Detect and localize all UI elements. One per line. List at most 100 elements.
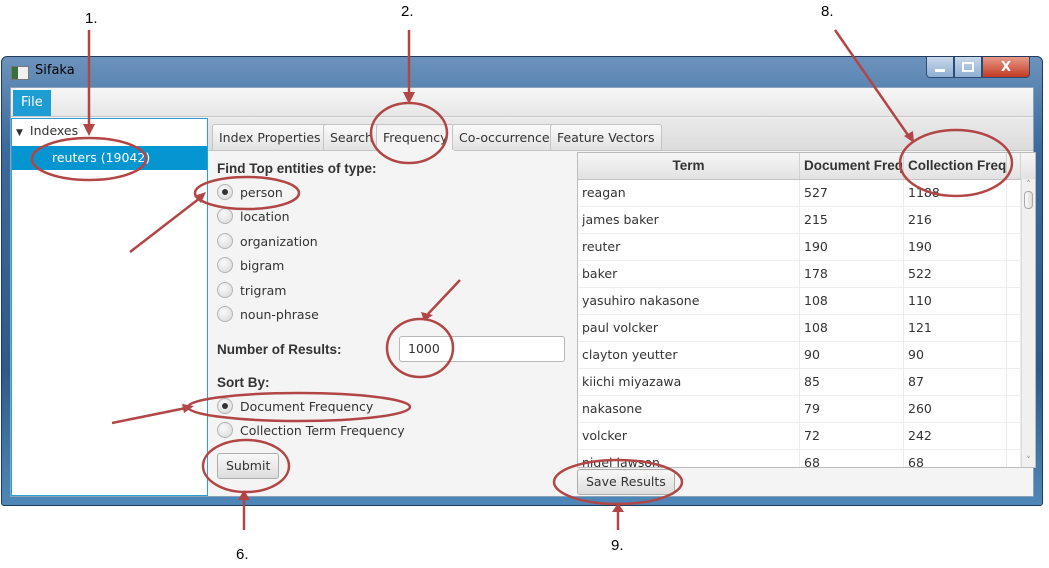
collection-freq-cell: 110: [904, 288, 1007, 314]
minimize-icon: [935, 68, 945, 72]
title-bar[interactable]: Sifaka X: [2, 57, 1042, 87]
table-row[interactable]: volcker 72 242: [578, 423, 1035, 450]
minimize-button[interactable]: [926, 57, 954, 78]
radio-label: organization: [240, 233, 318, 249]
collection-freq-cell: 216: [904, 207, 1007, 233]
radio-button[interactable]: [217, 422, 233, 438]
table-row[interactable]: clayton yeutter 90 90: [578, 342, 1035, 369]
filler-cell: [1007, 234, 1021, 260]
table-row[interactable]: reuter 190 190: [578, 234, 1035, 261]
radio-label: noun-phrase: [240, 306, 319, 322]
tab-co-occurrence[interactable]: Co-occurrence: [452, 124, 557, 150]
radio-person[interactable]: person: [217, 184, 283, 200]
tab-feature-vectors[interactable]: Feature Vectors: [550, 124, 662, 150]
scroll-up-icon[interactable]: ˄: [1022, 179, 1035, 191]
document-freq-cell: 527: [800, 180, 904, 206]
radio-bigram[interactable]: bigram: [217, 257, 284, 273]
main-panel: Index Properties Search Frequency Co-occ…: [208, 118, 1036, 496]
document-freq-cell: 79: [800, 396, 904, 422]
radio-sort-collection-term-frequency[interactable]: Collection Term Frequency: [217, 422, 405, 438]
tree-root-indexes[interactable]: ▼ Indexes: [16, 123, 78, 138]
filler-cell: [1007, 396, 1021, 422]
annotation-6: 6.: [236, 546, 249, 563]
maximize-button[interactable]: [954, 57, 982, 78]
document-freq-cell: 178: [800, 261, 904, 287]
filler-cell: [1007, 288, 1021, 314]
radio-button[interactable]: [217, 398, 233, 414]
radio-organization[interactable]: organization: [217, 233, 318, 249]
term-cell: yasuhiro nakasone: [578, 288, 800, 314]
filler-cell: [1007, 261, 1021, 287]
radio-sort-document-frequency[interactable]: Document Frequency: [217, 398, 373, 414]
save-results-button[interactable]: Save Results: [577, 469, 675, 495]
filler-cell: [1007, 207, 1021, 233]
column-header-filler: [1007, 153, 1021, 179]
table-body: reagan 527 1188 james baker 215 216 reuter 190 1…: [578, 180, 1035, 467]
radio-button[interactable]: [217, 306, 233, 322]
menu-file[interactable]: File: [13, 90, 51, 116]
column-header-document-freq[interactable]: Document Freq: [800, 153, 904, 179]
table-row[interactable]: james baker 215 216: [578, 207, 1035, 234]
filler-cell: [1007, 369, 1021, 395]
column-header-collection-freq[interactable]: Collection Freq: [904, 153, 1007, 179]
table-row[interactable]: reagan 527 1188: [578, 180, 1035, 207]
radio-trigram[interactable]: trigram: [217, 282, 286, 298]
app-window: Sifaka X File ▼ Indexes reuters (19042) …: [1, 56, 1043, 506]
table-row[interactable]: baker 178 522: [578, 261, 1035, 288]
radio-label: Document Frequency: [240, 398, 374, 414]
term-cell: volcker: [578, 423, 800, 449]
radio-label: bigram: [240, 257, 285, 273]
radio-button[interactable]: [217, 208, 233, 224]
term-cell: clayton yeutter: [578, 342, 800, 368]
document-freq-cell: 108: [800, 315, 904, 341]
radio-button[interactable]: [217, 257, 233, 273]
radio-button[interactable]: [217, 184, 233, 200]
document-freq-cell: 72: [800, 423, 904, 449]
collection-freq-cell: 1188: [904, 180, 1007, 206]
table-row[interactable]: nakasone 79 260: [578, 396, 1035, 423]
collection-freq-cell: 90: [904, 342, 1007, 368]
annotation-9: 9.: [611, 537, 624, 554]
table-header: Term Document Freq Collection Freq: [578, 153, 1035, 180]
radio-button[interactable]: [217, 233, 233, 249]
filler-cell: [1007, 342, 1021, 368]
radio-button[interactable]: [217, 282, 233, 298]
submit-button[interactable]: Submit: [217, 453, 280, 479]
term-cell: reuter: [578, 234, 800, 260]
close-button[interactable]: X: [982, 57, 1030, 78]
table-row[interactable]: nigel lawson 68 68: [578, 450, 1035, 467]
num-results-label: Number of Results:: [217, 342, 342, 357]
column-header-term[interactable]: Term: [578, 153, 800, 179]
radio-label: Collection Term Frequency: [240, 422, 405, 438]
maximize-icon: [962, 62, 974, 72]
expand-triangle-icon[interactable]: ▼: [16, 128, 23, 138]
client-area: File ▼ Indexes reuters (19042) Index Pro…: [10, 87, 1036, 497]
radio-noun-phrase[interactable]: noun-phrase: [217, 306, 319, 322]
collection-freq-cell: 242: [904, 423, 1007, 449]
term-cell: nakasone: [578, 396, 800, 422]
document-freq-cell: 215: [800, 207, 904, 233]
scrollbar-thumb[interactable]: [1024, 191, 1033, 209]
tab-strip: Index Properties Search Frequency Co-occ…: [208, 118, 1033, 151]
sort-by-label: Sort By:: [217, 375, 270, 390]
window-title: Sifaka: [35, 63, 75, 78]
table-row[interactable]: kiichi miyazawa 85 87: [578, 369, 1035, 396]
scroll-down-icon[interactable]: ˅: [1022, 455, 1035, 467]
tree-item-reuters[interactable]: reuters (19042): [12, 146, 207, 170]
num-results-input[interactable]: 1000: [399, 336, 565, 362]
entity-type-label: Find Top entities of type:: [217, 161, 377, 176]
vertical-scrollbar[interactable]: ˄ ˅: [1021, 179, 1035, 467]
tab-search[interactable]: Search: [323, 124, 380, 150]
collection-freq-cell: 260: [904, 396, 1007, 422]
close-icon: X: [1000, 59, 1012, 75]
annotation-2: 2.: [401, 3, 414, 20]
table-row[interactable]: yasuhiro nakasone 108 110: [578, 288, 1035, 315]
radio-label: location: [240, 208, 290, 224]
radio-label: trigram: [240, 282, 287, 298]
table-row[interactable]: paul volcker 108 121: [578, 315, 1035, 342]
tab-frequency[interactable]: Frequency: [376, 124, 455, 151]
tab-index-properties[interactable]: Index Properties: [212, 124, 328, 150]
app-icon: [11, 66, 29, 80]
radio-location[interactable]: location: [217, 208, 290, 224]
menu-bar: File: [11, 88, 1033, 117]
